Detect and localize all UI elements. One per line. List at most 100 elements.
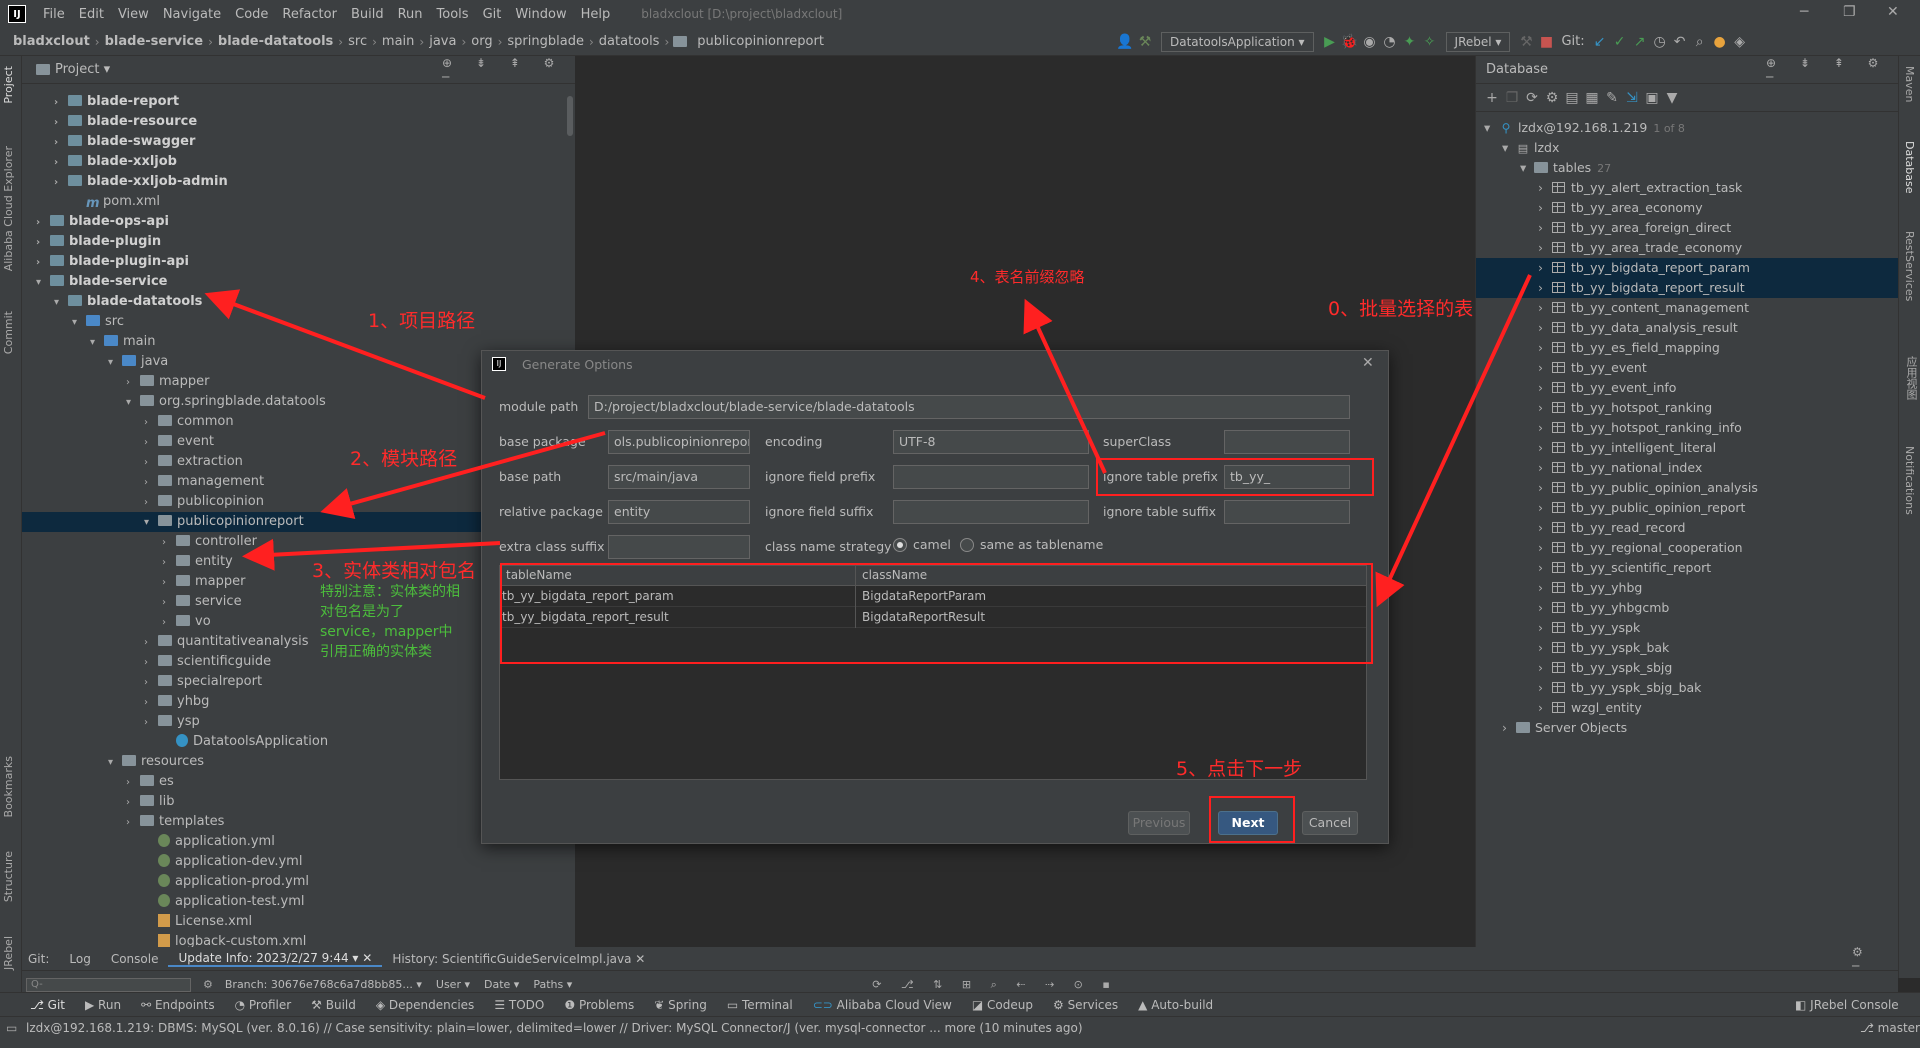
chevron-right-icon[interactable]: › — [162, 593, 176, 613]
expand-down-icon[interactable]: ▾ — [1484, 118, 1498, 138]
chevron-right-icon[interactable]: › — [1538, 238, 1552, 258]
base-path-field[interactable]: src/main/java — [608, 465, 750, 489]
expand-down-icon[interactable]: ▾ — [126, 393, 140, 413]
tool-window-profiler[interactable]: ◔ Profiler — [225, 998, 302, 1012]
tree-item[interactable]: › blade-report — [22, 92, 575, 112]
ignore-field-prefix-field[interactable] — [893, 465, 1089, 489]
chevron-right-icon[interactable]: › — [1538, 358, 1552, 378]
status-toggle-icon[interactable]: ▭ — [6, 1021, 17, 1035]
ide-features-icon[interactable]: ◈ — [1730, 34, 1750, 50]
menu-run[interactable]: Run — [391, 7, 430, 22]
git-log-actions[interactable]: ⟳ ⎇ ⇅ ⊞ ⌕ ⇠ ⇢ ⊙ ▪ — [872, 978, 1118, 992]
chevron-right-icon[interactable]: › — [1538, 618, 1552, 638]
stop-icon[interactable]: ■ — [1536, 34, 1556, 50]
db-tree-item[interactable]: › tb_yy_bigdata_report_param — [1476, 258, 1898, 278]
jrebel-select[interactable]: JRebel ▾ — [1445, 31, 1511, 52]
chevron-right-icon[interactable]: › — [1538, 378, 1552, 398]
db-tree-item[interactable]: ▾ tables 27 — [1476, 158, 1898, 178]
project-panel-tools[interactable]: ⊕ ⇟ ⇞ ⚙ ─ — [442, 56, 575, 84]
chevron-right-icon[interactable]: › — [144, 453, 158, 473]
dialog-close-icon[interactable]: ✕ — [1362, 355, 1374, 371]
restore-icon[interactable]: ❐ — [1843, 4, 1856, 20]
tool-tab-project[interactable]: Project — [2, 66, 15, 104]
tree-item[interactable]: ▾ main — [22, 332, 575, 352]
tree-item[interactable]: › blade-swagger — [22, 132, 575, 152]
git-search-input[interactable]: Q- — [26, 978, 191, 992]
chevron-right-icon[interactable]: › — [144, 633, 158, 653]
db-tree-item[interactable]: › tb_yy_intelligent_literal — [1476, 438, 1898, 458]
chevron-right-icon[interactable]: › — [1538, 538, 1552, 558]
menu-refactor[interactable]: Refactor — [275, 7, 344, 22]
chevron-right-icon[interactable]: › — [144, 713, 158, 733]
tool-tab-notifications[interactable]: Notifications — [1903, 446, 1916, 515]
tree-item[interactable]: › blade-plugin — [22, 232, 575, 252]
expand-down-icon[interactable]: ▾ — [108, 353, 122, 373]
user-icon[interactable]: 👤 — [1115, 34, 1135, 50]
jump-icon[interactable]: ⇲ — [1622, 90, 1642, 106]
menu-navigate[interactable]: Navigate — [156, 7, 228, 22]
jrebel-run-icon[interactable]: ✦ — [1400, 34, 1420, 50]
update-icon[interactable]: ● — [1710, 34, 1730, 50]
chevron-right-icon[interactable]: › — [54, 113, 68, 133]
breadcrumb-item[interactable]: datatools — [594, 34, 665, 49]
edit-icon[interactable]: ✎ — [1602, 90, 1622, 106]
stop-icon[interactable]: ▤ — [1562, 90, 1582, 106]
filter-icon[interactable]: ▼ — [1662, 90, 1682, 106]
search-icon[interactable]: ⌕ — [1690, 34, 1710, 50]
db-tree-item[interactable]: › tb_yy_yhbg — [1476, 578, 1898, 598]
breadcrumb-item[interactable]: bladxclout — [8, 34, 95, 49]
schema-icon[interactable]: ⚙ — [1542, 90, 1562, 106]
tool-window-dependencies[interactable]: ◈ Dependencies — [366, 998, 484, 1012]
tree-item[interactable]: m pom.xml — [22, 192, 575, 212]
build-hammer-icon[interactable]: ⚒ — [1135, 34, 1155, 50]
module-path-field[interactable]: D:/project/bladxclout/blade-service/blad… — [588, 395, 1350, 419]
chevron-right-icon[interactable]: › — [126, 793, 140, 813]
chevron-right-icon[interactable]: › — [1538, 458, 1552, 478]
menu-help[interactable]: Help — [574, 7, 618, 22]
chevron-right-icon[interactable]: › — [1538, 558, 1552, 578]
expand-down-icon[interactable]: ▾ — [1502, 138, 1516, 158]
menu-git[interactable]: Git — [476, 7, 509, 22]
db-tree-item[interactable]: › wzgl_entity — [1476, 698, 1898, 718]
chevron-right-icon[interactable]: › — [1538, 658, 1552, 678]
date-filter[interactable]: Date ▾ — [484, 978, 519, 991]
expand-down-icon[interactable]: ▾ — [90, 333, 104, 353]
chevron-right-icon[interactable]: › — [1538, 298, 1552, 318]
tool-tab-maven[interactable]: Maven — [1903, 66, 1916, 102]
coverage-icon[interactable]: ◉ — [1360, 34, 1380, 50]
tool-window-endpoints[interactable]: ⚯ Endpoints — [131, 998, 225, 1012]
tool-window-auto-build[interactable]: ▲ Auto-build — [1128, 998, 1223, 1012]
chevron-right-icon[interactable]: › — [1538, 398, 1552, 418]
db-tree-item[interactable]: › tb_yy_area_trade_economy — [1476, 238, 1898, 258]
ignore-field-suffix-field[interactable] — [893, 500, 1089, 524]
tool-tab-bookmarks[interactable]: Bookmarks — [2, 756, 15, 817]
chevron-right-icon[interactable]: › — [1538, 338, 1552, 358]
breadcrumb-item[interactable]: java — [424, 34, 461, 49]
chevron-right-icon[interactable]: › — [1538, 178, 1552, 198]
tree-item[interactable]: › blade-resource — [22, 112, 575, 132]
chevron-right-icon[interactable]: › — [1538, 438, 1552, 458]
chevron-right-icon[interactable]: › — [144, 653, 158, 673]
expand-down-icon[interactable]: ▾ — [108, 753, 122, 773]
db-tree-item[interactable]: › tb_yy_read_record — [1476, 518, 1898, 538]
table-view-icon[interactable]: ▦ — [1582, 90, 1602, 106]
chevron-right-icon[interactable]: › — [1538, 318, 1552, 338]
menu-code[interactable]: Code — [228, 7, 275, 22]
tool-window-alibaba-cloud-view[interactable]: ⊂⊃ Alibaba Cloud View — [803, 998, 962, 1012]
tab-history[interactable]: History: ScientificGuideServiceImpl.java… — [382, 952, 655, 966]
chevron-right-icon[interactable]: › — [144, 673, 158, 693]
user-filter[interactable]: User ▾ — [436, 978, 470, 991]
encoding-field[interactable]: UTF-8 — [893, 430, 1089, 454]
chevron-right-icon[interactable]: › — [1538, 498, 1552, 518]
previous-button[interactable]: Previous — [1128, 811, 1190, 835]
breadcrumb-item[interactable]: blade-service — [100, 34, 208, 49]
tool-tab-alibaba-cloud-explorer[interactable]: Alibaba Cloud Explorer — [2, 146, 15, 271]
breadcrumb-item[interactable]: org — [466, 34, 497, 49]
db-tree-item[interactable]: › tb_yy_event_info — [1476, 378, 1898, 398]
chevron-right-icon[interactable]: › — [162, 573, 176, 593]
tree-item[interactable]: › blade-ops-api — [22, 212, 575, 232]
strategy-camel-radio[interactable]: camel — [893, 537, 951, 552]
git-branch-status[interactable]: ⎇ master — [1860, 1021, 1920, 1035]
tool-window-jrebel-console[interactable]: ◧ JRebel Console — [1785, 998, 1909, 1012]
tree-item[interactable]: application-prod.yml — [22, 872, 575, 892]
